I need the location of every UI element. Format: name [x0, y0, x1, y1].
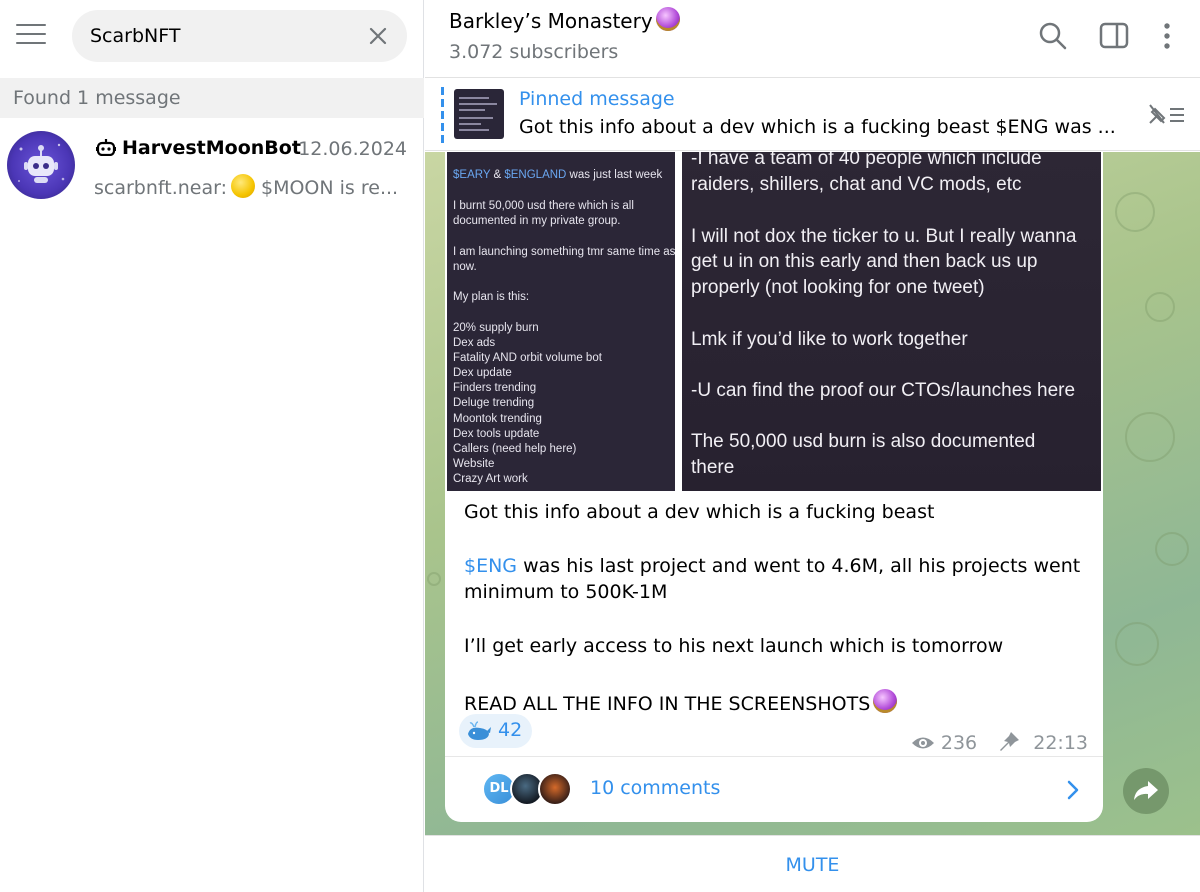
shot-line: 20% supply burn [453, 322, 539, 334]
pinned-text: Got this info about a dev which is a fuc… [519, 116, 1116, 138]
post-meta: 236 22:13 [911, 730, 1088, 754]
message-line: I’ll get early access to his next launch… [464, 635, 1004, 657]
left-panel: Found 1 message [0, 0, 424, 892]
pin-icon [1000, 732, 1020, 751]
message-line: $ENG was his last project and went to 4.… [464, 555, 1094, 577]
post-screenshot-right[interactable]: -I have a team of 40 people which includ… [682, 152, 1101, 491]
comments-label: 10 comments [590, 777, 721, 799]
tag-eary: $EARY [453, 169, 491, 181]
avatar [7, 131, 75, 199]
shot-line: I will not dox the ticker to u. But I re… [691, 226, 1077, 247]
subscriber-count: 3.072 subscribers [449, 41, 619, 63]
close-icon[interactable] [367, 25, 389, 47]
eye-icon [911, 737, 934, 749]
shot-line: documented in my private group. [453, 215, 621, 227]
chat-footer: MUTE [425, 835, 1200, 892]
shot-line: The 50,000 usd burn is also documented [691, 431, 1036, 452]
shot-line: Dex ads [453, 337, 496, 349]
shot-line: Deluge trending [453, 397, 535, 409]
chat-title: Barkley’s Monastery [449, 7, 680, 33]
crystal-ball-icon [655, 7, 680, 31]
chat-panel: Barkley’s Monastery 3.072 subscribers Pi… [425, 0, 1200, 892]
unpin-icon[interactable] [1146, 101, 1186, 129]
found-label: Found 1 message [0, 78, 424, 118]
result-text: $MOON is re... [261, 177, 399, 199]
chat-header[interactable]: Barkley’s Monastery 3.072 subscribers [425, 0, 1200, 78]
shot-line: Finders trending [453, 382, 537, 394]
mute-button[interactable]: MUTE [425, 836, 1200, 892]
reaction-count: 42 [498, 719, 523, 741]
shot-line: Dex tools update [453, 428, 540, 440]
pinned-label: Pinned message [519, 88, 675, 110]
pinned-message-bar[interactable]: Pinned message Got this info about a dev… [425, 79, 1200, 151]
shot-line: properly (not looking for one tweet) [691, 277, 985, 298]
message-text: READ ALL THE INFO IN THE SCREENSHOTS [464, 693, 871, 715]
view-count: 236 [940, 732, 978, 754]
shot-line: there [691, 457, 735, 478]
shot-line: -U can find the proof our CTOs/launches … [691, 380, 1076, 401]
search-box [72, 10, 407, 62]
telegram-app: Found 1 message [0, 0, 1200, 892]
comments-button[interactable]: DL 10 comments [445, 756, 1103, 822]
shot-text: was just last week [566, 169, 663, 181]
message-line: minimum to 500K-1M [464, 581, 668, 603]
chat-background: $EARY & $ENGLAND was just last week I bu… [425, 152, 1200, 835]
shot-line: I burnt 50,000 usd there which is all [453, 200, 634, 212]
chevron-right-icon [1067, 780, 1079, 800]
post-time: 22:13 [1033, 732, 1088, 754]
result-date: 12.06.2024 [298, 138, 407, 160]
result-snippet: scarbnft.near: $MOON is re... [94, 174, 410, 199]
pinned-thumbnail [454, 89, 504, 139]
forward-icon [1134, 781, 1158, 800]
result-name: HarvestMoonBot [122, 137, 301, 159]
pinned-indicator [441, 87, 444, 143]
bot-icon [96, 139, 116, 156]
cashtag-link[interactable]: $ENG [464, 555, 517, 577]
message-text: was his last project and went to 4.6M, a… [517, 555, 1081, 577]
tag-england: $ENGLAND [504, 169, 567, 181]
more-icon[interactable] [1151, 20, 1183, 52]
result-title: HarvestMoonBot [96, 137, 301, 159]
forward-button[interactable] [1123, 768, 1169, 814]
shot-line: My plan is this: [453, 291, 530, 303]
shot-line: Website [453, 458, 495, 470]
crystal-ball-icon [873, 689, 898, 713]
channel-post: $EARY & $ENGLAND was just last week I bu… [445, 152, 1103, 822]
message-line: READ ALL THE INFO IN THE SCREENSHOTS [464, 689, 1094, 715]
shot-line: Dex update [453, 367, 512, 379]
search-input[interactable] [90, 10, 360, 62]
coin-icon [231, 174, 255, 198]
shot-line: -I have a team of 40 people which includ… [691, 152, 1042, 169]
shot-line: Callers (need help here) [453, 443, 577, 455]
whale-icon [468, 721, 491, 740]
search-result-item[interactable]: HarvestMoonBot 12.06.2024 scarbnft.near:… [0, 118, 424, 214]
post-screenshot-left[interactable]: $EARY & $ENGLAND was just last week I bu… [447, 152, 675, 491]
shot-line: now. [453, 261, 477, 273]
channel-name: Barkley’s Monastery [449, 9, 653, 33]
avatar [538, 772, 572, 806]
menu-icon[interactable] [16, 24, 46, 46]
search-icon[interactable] [1037, 20, 1069, 52]
shot-line: Crazy Art work [453, 473, 528, 485]
shot-line: Moontok trending [453, 413, 542, 425]
shot-line: raiders, shillers, chat and VC mods, etc [691, 174, 1022, 195]
shot-line: I am launching something tmr same time a… [453, 246, 675, 258]
shot-line: get u in on this early and then back us … [691, 251, 1038, 272]
shot-line: Lmk if you’d like to work together [691, 329, 968, 350]
result-sender: scarbnft.near: [94, 177, 227, 199]
sidebar-toggle-icon[interactable] [1098, 20, 1130, 52]
message-line: Got this info about a dev which is a fuc… [464, 501, 935, 523]
shot-text: & [490, 169, 505, 181]
shot-line: Fatality AND orbit volume bot [453, 352, 602, 364]
reaction-button[interactable]: 42 [459, 714, 532, 748]
